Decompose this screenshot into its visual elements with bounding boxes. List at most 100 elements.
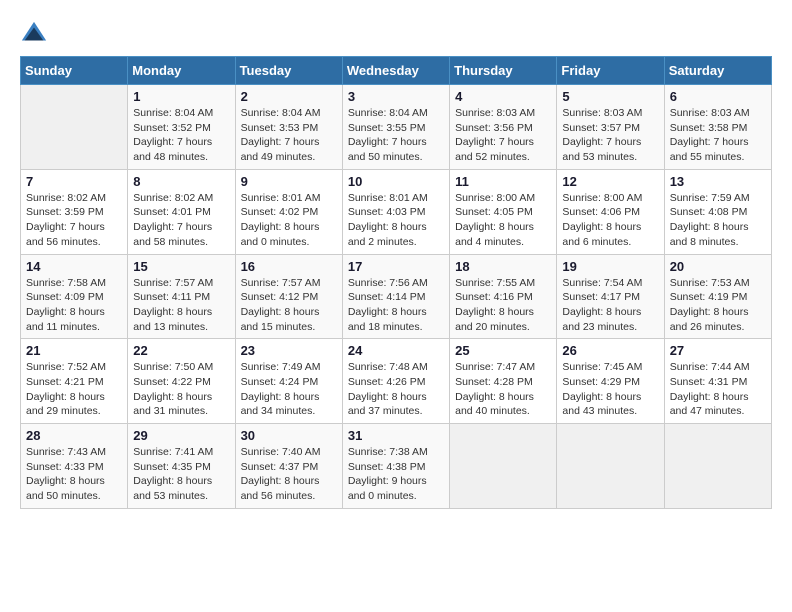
cell-content: Sunrise: 8:00 AMSunset: 4:06 PMDaylight:… xyxy=(562,191,658,250)
cell-content: Sunrise: 7:52 AMSunset: 4:21 PMDaylight:… xyxy=(26,360,122,419)
calendar-cell: 4 Sunrise: 8:03 AMSunset: 3:56 PMDaylight… xyxy=(450,85,557,170)
day-number: 9 xyxy=(241,174,337,189)
calendar-cell: 15 Sunrise: 7:57 AMSunset: 4:11 PMDayligh… xyxy=(128,254,235,339)
calendar-cell: 13 Sunrise: 7:59 AMSunset: 4:08 PMDayligh… xyxy=(664,169,771,254)
day-number: 25 xyxy=(455,343,551,358)
calendar-week-row: 14 Sunrise: 7:58 AMSunset: 4:09 PMDayligh… xyxy=(21,254,772,339)
cell-content: Sunrise: 7:58 AMSunset: 4:09 PMDaylight:… xyxy=(26,276,122,335)
calendar-cell xyxy=(557,424,664,509)
cell-content: Sunrise: 8:01 AMSunset: 4:02 PMDaylight:… xyxy=(241,191,337,250)
cell-content: Sunrise: 7:47 AMSunset: 4:28 PMDaylight:… xyxy=(455,360,551,419)
calendar-cell: 1 Sunrise: 8:04 AMSunset: 3:52 PMDaylight… xyxy=(128,85,235,170)
day-number: 4 xyxy=(455,89,551,104)
calendar-cell: 28 Sunrise: 7:43 AMSunset: 4:33 PMDayligh… xyxy=(21,424,128,509)
calendar-cell: 21 Sunrise: 7:52 AMSunset: 4:21 PMDayligh… xyxy=(21,339,128,424)
header-sunday: Sunday xyxy=(21,57,128,85)
calendar-week-row: 21 Sunrise: 7:52 AMSunset: 4:21 PMDayligh… xyxy=(21,339,772,424)
cell-content: Sunrise: 8:04 AMSunset: 3:53 PMDaylight:… xyxy=(241,106,337,165)
calendar-cell: 8 Sunrise: 8:02 AMSunset: 4:01 PMDaylight… xyxy=(128,169,235,254)
day-number: 18 xyxy=(455,259,551,274)
day-number: 14 xyxy=(26,259,122,274)
day-number: 5 xyxy=(562,89,658,104)
cell-content: Sunrise: 8:02 AMSunset: 4:01 PMDaylight:… xyxy=(133,191,229,250)
cell-content: Sunrise: 8:04 AMSunset: 3:55 PMDaylight:… xyxy=(348,106,444,165)
day-number: 19 xyxy=(562,259,658,274)
calendar-cell: 17Sunrise: 7:56 AMSunset: 4:14 PMDayligh… xyxy=(342,254,449,339)
calendar-cell: 25 Sunrise: 7:47 AMSunset: 4:28 PMDayligh… xyxy=(450,339,557,424)
cell-content: Sunrise: 8:04 AMSunset: 3:52 PMDaylight:… xyxy=(133,106,229,165)
calendar-cell: 5Sunrise: 8:03 AMSunset: 3:57 PMDaylight… xyxy=(557,85,664,170)
day-number: 22 xyxy=(133,343,229,358)
cell-content: Sunrise: 7:54 AMSunset: 4:17 PMDaylight:… xyxy=(562,276,658,335)
header-saturday: Saturday xyxy=(664,57,771,85)
day-number: 8 xyxy=(133,174,229,189)
day-number: 10 xyxy=(348,174,444,189)
cell-content: Sunrise: 7:45 AMSunset: 4:29 PMDaylight:… xyxy=(562,360,658,419)
day-number: 13 xyxy=(670,174,766,189)
calendar-header-row: SundayMondayTuesdayWednesdayThursdayFrid… xyxy=(21,57,772,85)
calendar-cell xyxy=(664,424,771,509)
day-number: 21 xyxy=(26,343,122,358)
cell-content: Sunrise: 7:57 AMSunset: 4:11 PMDaylight:… xyxy=(133,276,229,335)
cell-content: Sunrise: 8:03 AMSunset: 3:58 PMDaylight:… xyxy=(670,106,766,165)
day-number: 23 xyxy=(241,343,337,358)
day-number: 2 xyxy=(241,89,337,104)
day-number: 26 xyxy=(562,343,658,358)
day-number: 28 xyxy=(26,428,122,443)
calendar-cell xyxy=(21,85,128,170)
calendar-cell: 10 Sunrise: 8:01 AMSunset: 4:03 PMDayligh… xyxy=(342,169,449,254)
cell-content: Sunrise: 7:38 AMSunset: 4:38 PMDaylight:… xyxy=(348,445,444,504)
calendar-cell: 16 Sunrise: 7:57 AMSunset: 4:12 PMDayligh… xyxy=(235,254,342,339)
page-header xyxy=(20,16,772,48)
calendar-week-row: 28 Sunrise: 7:43 AMSunset: 4:33 PMDayligh… xyxy=(21,424,772,509)
cell-content: Sunrise: 8:01 AMSunset: 4:03 PMDaylight:… xyxy=(348,191,444,250)
calendar-cell: 3 Sunrise: 8:04 AMSunset: 3:55 PMDaylight… xyxy=(342,85,449,170)
day-number: 11 xyxy=(455,174,551,189)
calendar-week-row: 1 Sunrise: 8:04 AMSunset: 3:52 PMDaylight… xyxy=(21,85,772,170)
calendar-cell: 19 Sunrise: 7:54 AMSunset: 4:17 PMDayligh… xyxy=(557,254,664,339)
cell-content: Sunrise: 7:41 AMSunset: 4:35 PMDaylight:… xyxy=(133,445,229,504)
day-number: 3 xyxy=(348,89,444,104)
day-number: 7 xyxy=(26,174,122,189)
cell-content: Sunrise: 7:40 AMSunset: 4:37 PMDaylight:… xyxy=(241,445,337,504)
calendar-cell: 30 Sunrise: 7:40 AMSunset: 4:37 PMDayligh… xyxy=(235,424,342,509)
calendar-cell: 23 Sunrise: 7:49 AMSunset: 4:24 PMDayligh… xyxy=(235,339,342,424)
day-number: 24 xyxy=(348,343,444,358)
cell-content: Sunrise: 8:03 AMSunset: 3:56 PMDaylight:… xyxy=(455,106,551,165)
calendar-cell: 12 Sunrise: 8:00 AMSunset: 4:06 PMDayligh… xyxy=(557,169,664,254)
cell-content: Sunrise: 7:59 AMSunset: 4:08 PMDaylight:… xyxy=(670,191,766,250)
cell-content: Sunrise: 7:44 AMSunset: 4:31 PMDaylight:… xyxy=(670,360,766,419)
cell-content: Sunrise: 8:02 AMSunset: 3:59 PMDaylight:… xyxy=(26,191,122,250)
calendar-cell: 11 Sunrise: 8:00 AMSunset: 4:05 PMDayligh… xyxy=(450,169,557,254)
day-number: 27 xyxy=(670,343,766,358)
calendar-cell: 14 Sunrise: 7:58 AMSunset: 4:09 PMDayligh… xyxy=(21,254,128,339)
cell-content: Sunrise: 7:55 AMSunset: 4:16 PMDaylight:… xyxy=(455,276,551,335)
header-tuesday: Tuesday xyxy=(235,57,342,85)
calendar-cell: 26 Sunrise: 7:45 AMSunset: 4:29 PMDayligh… xyxy=(557,339,664,424)
day-number: 30 xyxy=(241,428,337,443)
day-number: 12 xyxy=(562,174,658,189)
calendar-cell: 6 Sunrise: 8:03 AMSunset: 3:58 PMDaylight… xyxy=(664,85,771,170)
header-thursday: Thursday xyxy=(450,57,557,85)
day-number: 6 xyxy=(670,89,766,104)
cell-content: Sunrise: 7:56 AMSunset: 4:14 PMDaylight:… xyxy=(348,276,444,335)
cell-content: Sunrise: 7:43 AMSunset: 4:33 PMDaylight:… xyxy=(26,445,122,504)
calendar-cell xyxy=(450,424,557,509)
cell-content: Sunrise: 7:57 AMSunset: 4:12 PMDaylight:… xyxy=(241,276,337,335)
logo-icon xyxy=(20,20,48,48)
logo xyxy=(20,20,52,48)
calendar-cell: 9 Sunrise: 8:01 AMSunset: 4:02 PMDaylight… xyxy=(235,169,342,254)
cell-content: Sunrise: 8:00 AMSunset: 4:05 PMDaylight:… xyxy=(455,191,551,250)
day-number: 15 xyxy=(133,259,229,274)
day-number: 1 xyxy=(133,89,229,104)
cell-content: Sunrise: 7:49 AMSunset: 4:24 PMDaylight:… xyxy=(241,360,337,419)
calendar-cell: 2 Sunrise: 8:04 AMSunset: 3:53 PMDaylight… xyxy=(235,85,342,170)
day-number: 16 xyxy=(241,259,337,274)
calendar-cell: 24Sunrise: 7:48 AMSunset: 4:26 PMDayligh… xyxy=(342,339,449,424)
calendar-table: SundayMondayTuesdayWednesdayThursdayFrid… xyxy=(20,56,772,509)
calendar-cell: 27 Sunrise: 7:44 AMSunset: 4:31 PMDayligh… xyxy=(664,339,771,424)
calendar-cell: 22Sunrise: 7:50 AMSunset: 4:22 PMDayligh… xyxy=(128,339,235,424)
calendar-cell: 20Sunrise: 7:53 AMSunset: 4:19 PMDayligh… xyxy=(664,254,771,339)
day-number: 20 xyxy=(670,259,766,274)
calendar-cell: 7 Sunrise: 8:02 AMSunset: 3:59 PMDaylight… xyxy=(21,169,128,254)
